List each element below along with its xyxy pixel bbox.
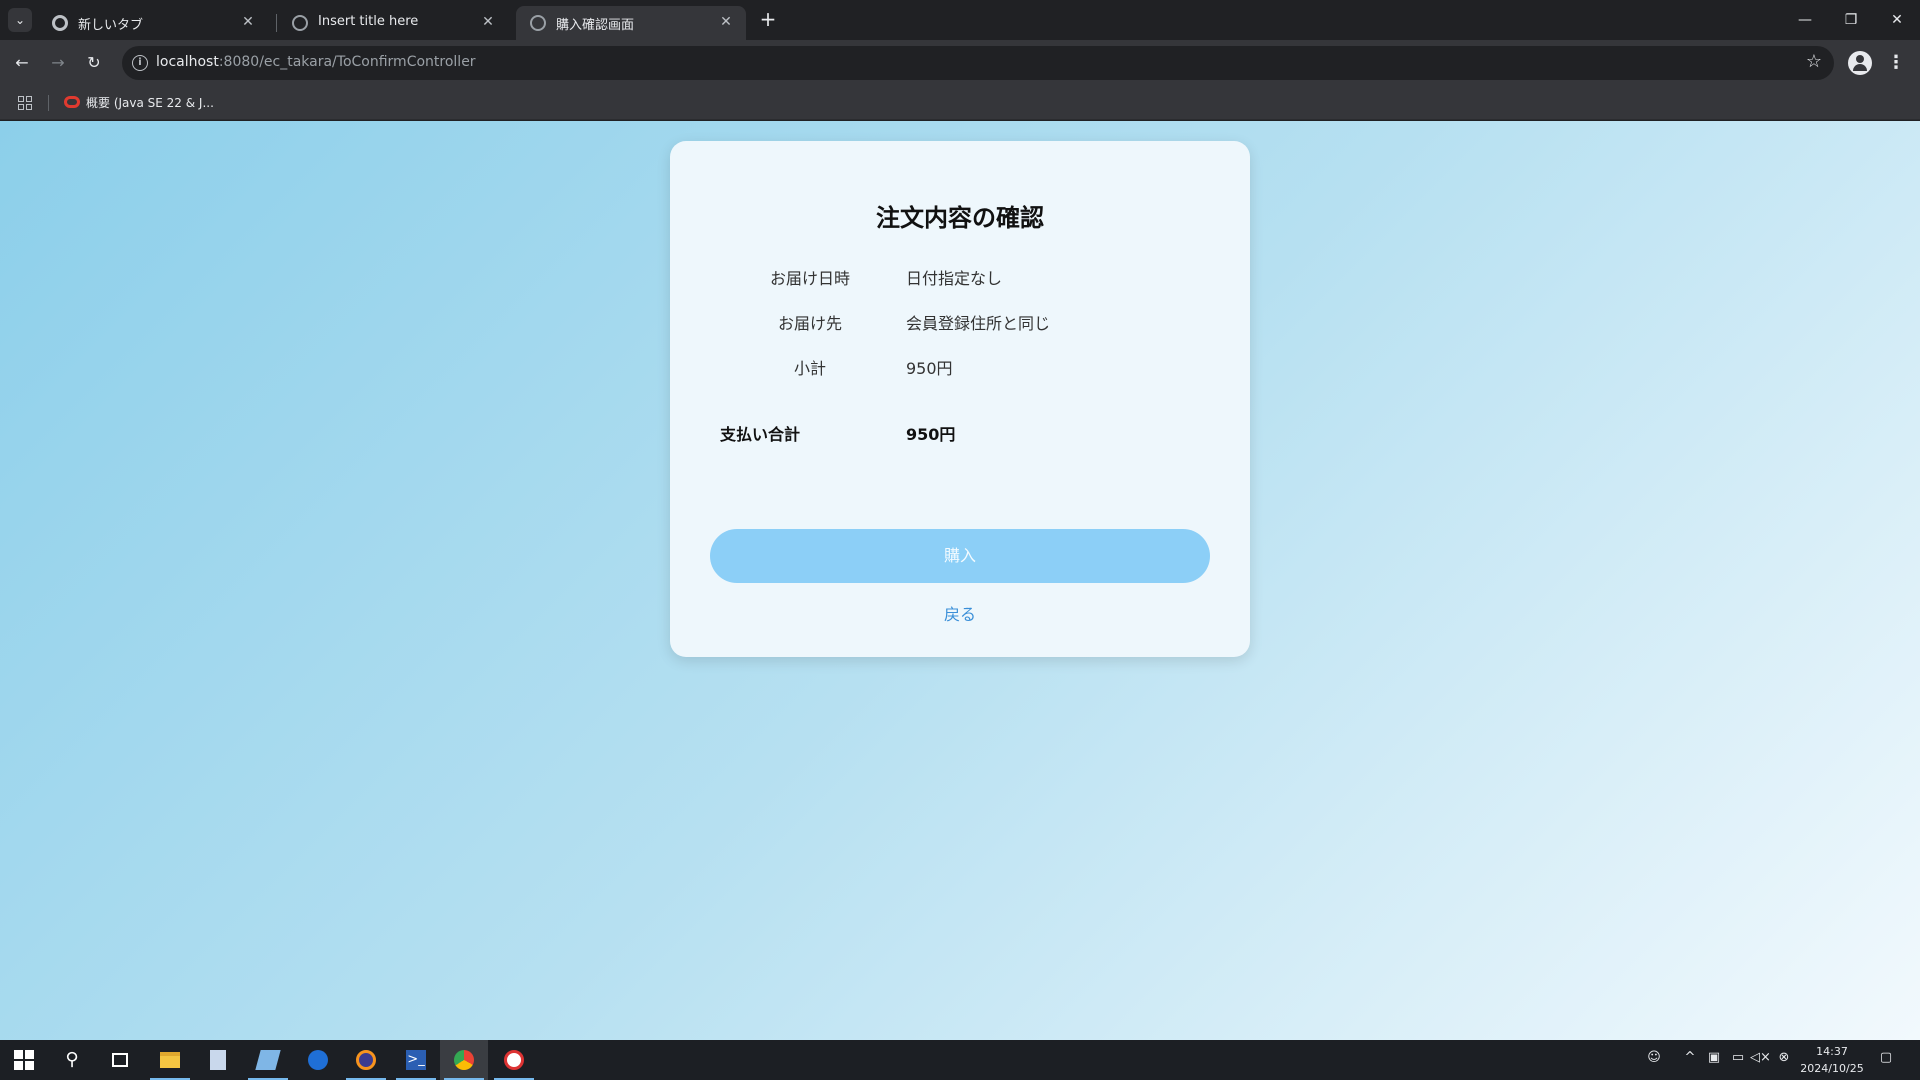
tab-close-icon[interactable]: ✕ [716, 12, 736, 32]
window-close-icon[interactable]: ✕ [1874, 4, 1920, 36]
browser-menu-icon[interactable]: ⋮ [1884, 49, 1908, 77]
file-explorer-icon[interactable] [146, 1040, 194, 1080]
bookmark-separator [48, 95, 49, 111]
new-tab-button[interactable]: + [756, 8, 780, 32]
tab-strip: ⌄ 新しいタブ ✕ Insert title here ✕ 購入確認画面 ✕ +… [0, 0, 1920, 40]
powershell-icon[interactable]: >_ [392, 1040, 440, 1080]
security-icon[interactable]: ▣ [1704, 1050, 1724, 1065]
back-arrow-icon[interactable]: ← [8, 49, 36, 77]
globe-icon [530, 15, 546, 31]
chrome-icon [52, 15, 68, 31]
row-label: お届け先 [777, 314, 842, 333]
page-title: 注文内容の確認 [876, 204, 1044, 232]
editor-icon[interactable] [244, 1040, 292, 1080]
people-icon[interactable]: ☺ [1644, 1050, 1664, 1065]
row-value: 950円 [906, 359, 953, 378]
minimize-icon[interactable]: — [1782, 4, 1828, 36]
profile-icon[interactable] [1848, 51, 1872, 75]
clock[interactable]: 14:37 2024/10/25 [1790, 1043, 1874, 1077]
bookmarks-bar: 概要 (Java SE 22 & J... [0, 86, 1920, 120]
browser-toolbar: ← → ↻ i localhost:8080/ec_takara/ToConfi… [0, 40, 1920, 86]
reload-icon[interactable]: ↻ [80, 49, 108, 77]
windows-taskbar: ⚲ >_ ☺ ^ ▣ ▭ ◁× ⊗ 14:37 2024/10/25 ▢ [0, 1040, 1920, 1080]
bookmark-star-icon[interactable]: ☆ [1806, 51, 1822, 72]
page-viewport: 注文内容の確認 お届け日時 日付指定なし お届け先 会員登録住所と同じ 小計 9… [0, 121, 1920, 1040]
windows-start-icon[interactable] [0, 1040, 48, 1080]
clock-time: 14:37 [1816, 1045, 1848, 1058]
globe-icon [292, 15, 308, 31]
tab-close-icon[interactable]: ✕ [478, 12, 498, 32]
network-icon[interactable]: ▭ [1728, 1050, 1748, 1065]
notepad-icon[interactable] [194, 1040, 242, 1080]
site-info-icon[interactable]: i [132, 55, 148, 71]
tab-new-tab[interactable]: 新しいタブ ✕ [38, 6, 268, 40]
bookmark-java-docs[interactable]: 概要 (Java SE 22 & J... [64, 94, 214, 112]
apps-grid-icon[interactable] [18, 96, 32, 110]
task-view-icon[interactable] [96, 1040, 144, 1080]
search-icon[interactable]: ⚲ [48, 1040, 96, 1080]
tab-insert-title[interactable]: Insert title here ✕ [278, 6, 508, 40]
forward-arrow-icon[interactable]: → [44, 49, 72, 77]
tab-search-chevron-icon[interactable]: ⌄ [8, 8, 32, 32]
url-text[interactable]: localhost:8080/ec_takara/ToConfirmContro… [156, 54, 476, 70]
purchase-button[interactable]: 購入 [710, 529, 1210, 583]
address-bar[interactable]: i localhost:8080/ec_takara/ToConfirmCont… [122, 46, 1834, 80]
row-label: お届け日時 [769, 269, 850, 288]
tab-separator [276, 14, 277, 32]
tab-title: 購入確認画面 [556, 18, 635, 33]
row-label: 小計 [793, 359, 826, 378]
app-icon[interactable] [490, 1040, 538, 1080]
eclipse-icon[interactable] [342, 1040, 390, 1080]
tab-purchase-confirm[interactable]: 購入確認画面 ✕ [516, 6, 746, 40]
confirm-card: 注文内容の確認 お届け日時 日付指定なし お届け先 会員登録住所と同じ 小計 9… [670, 141, 1250, 657]
volume-muted-icon[interactable]: ◁× [1750, 1050, 1771, 1065]
url-host: localhost [156, 54, 219, 70]
back-link[interactable]: 戻る [670, 601, 1250, 625]
total-value: 950円 [906, 425, 956, 444]
bookmark-label: 概要 (Java SE 22 & J... [86, 96, 214, 110]
delivery-date-row: お届け日時 日付指定なし [670, 265, 1250, 289]
row-value: 会員登録住所と同じ [906, 314, 1051, 333]
delivery-address-row: お届け先 会員登録住所と同じ [670, 310, 1250, 334]
tab-close-icon[interactable]: ✕ [238, 12, 258, 32]
row-value: 日付指定なし [906, 269, 1003, 288]
payment-total-row: 支払い合計 950円 [670, 421, 1250, 445]
oracle-icon [64, 96, 80, 108]
subtotal-row: 小計 950円 [670, 355, 1250, 379]
restore-icon[interactable]: ❐ [1828, 4, 1874, 36]
chrome-icon[interactable] [440, 1040, 488, 1080]
url-path: :8080/ec_takara/ToConfirmController [218, 54, 476, 70]
tab-title: Insert title here [318, 14, 419, 29]
clock-date: 2024/10/25 [1800, 1062, 1864, 1075]
total-label: 支払い合計 [720, 425, 801, 444]
notification-icon[interactable]: ▢ [1876, 1050, 1896, 1065]
thunderbird-icon[interactable] [294, 1040, 342, 1080]
tab-title: 新しいタブ [78, 18, 144, 33]
chevron-up-icon[interactable]: ^ [1680, 1050, 1700, 1065]
